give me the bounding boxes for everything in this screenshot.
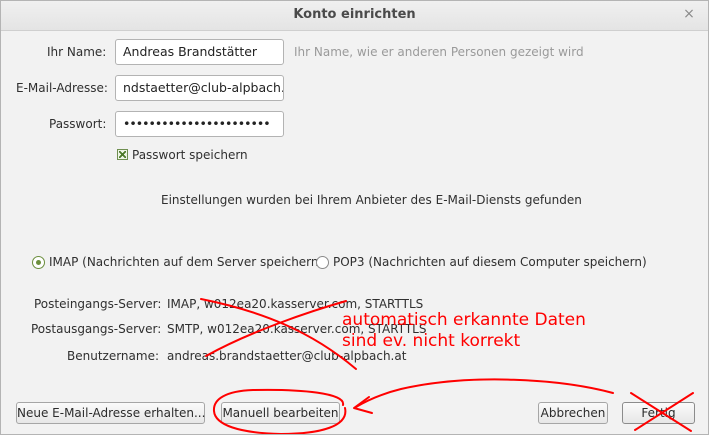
outgoing-server-label: Postausgangs-Server: <box>31 322 162 336</box>
remember-password-checkbox[interactable] <box>117 149 128 160</box>
close-icon[interactable]: × <box>680 5 698 23</box>
arrow-head <box>353 396 373 414</box>
manual-edit-button[interactable]: Manuell bearbeiten <box>221 402 340 424</box>
account-setup-dialog: Konto einrichten × Ihr Name: Andreas Bra… <box>0 0 709 435</box>
username-value[interactable]: andreas.brandstaetter@club-alpbach.at <box>167 349 406 363</box>
email-label: E-Mail-Adresse: <box>16 81 108 95</box>
status-message: Einstellungen wurden bei Ihrem Anbieter … <box>161 193 582 207</box>
cancel-button[interactable]: Abbrechen <box>538 402 608 424</box>
remember-password-label[interactable]: Passwort speichern <box>132 148 248 162</box>
imap-radio[interactable] <box>32 256 45 269</box>
new-email-address-button[interactable]: Neue E-Mail-Adresse erhalten... <box>16 402 205 424</box>
pop3-label[interactable]: POP3 (Nachrichten auf diesem Computer sp… <box>333 255 647 269</box>
password-field[interactable]: ••••••••••••••••••••••• <box>115 111 284 137</box>
pop3-radio[interactable] <box>316 256 329 269</box>
password-label: Passwort: <box>49 117 107 131</box>
imap-label[interactable]: IMAP (Nachrichten auf dem Server speiche… <box>49 255 323 269</box>
incoming-server-value[interactable]: IMAP, w012ea20.kasserver.com, STARTTLS <box>167 297 423 311</box>
email-field[interactable]: ndstaetter@club-alpbach.at <box>115 75 284 101</box>
annotation-line-1: automatisch erkannte Daten <box>342 310 586 330</box>
username-label: Benutzername: <box>67 349 160 363</box>
red-ink-annotations <box>200 298 694 434</box>
name-hint: Ihr Name, wie er anderen Personen gezeig… <box>294 45 584 59</box>
incoming-server-label: Posteingangs-Server: <box>34 297 162 311</box>
name-label: Ihr Name: <box>47 45 107 59</box>
done-button[interactable]: Fertig <box>622 402 695 424</box>
title-bar: Konto einrichten × <box>1 1 708 31</box>
name-field[interactable]: Andreas Brandstätter <box>115 39 284 65</box>
dialog-title: Konto einrichten <box>293 7 416 22</box>
annotation-line-2: sind ev. nicht korrekt <box>342 331 521 351</box>
